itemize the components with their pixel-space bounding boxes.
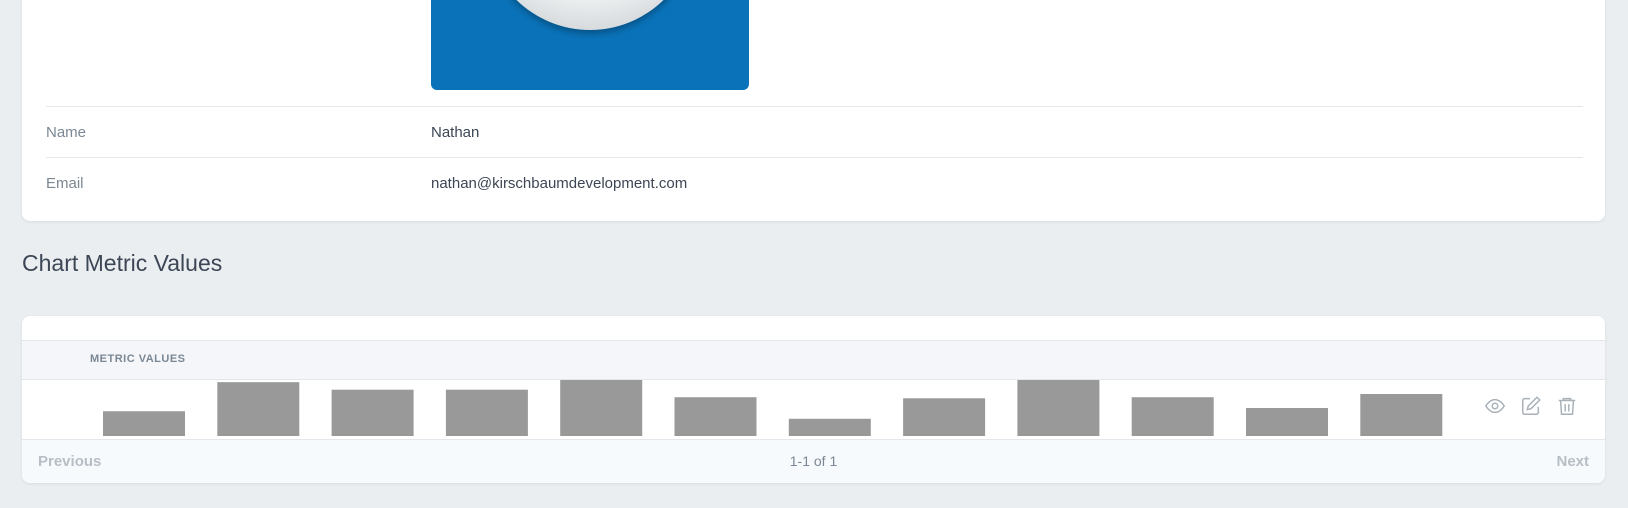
field-row-email: Email nathan@kirschbaumdevelopment.com (46, 157, 1583, 208)
table-row (22, 379, 1605, 439)
chart-bar (1246, 408, 1328, 436)
chart-bar (903, 398, 986, 436)
trash-icon (1558, 397, 1576, 415)
chart-bar (560, 380, 643, 436)
sparkline-bar-chart (103, 380, 1443, 436)
delete-button[interactable] (1556, 395, 1578, 417)
chart-bar (788, 418, 871, 436)
next-page-link[interactable]: Next (1556, 453, 1589, 470)
table-header: METRIC VALUES (22, 340, 1605, 380)
metric-values-table: METRIC VALUES Previous 1-1 of 1 Next (22, 316, 1605, 483)
edit-icon (1522, 396, 1541, 415)
field-label: Email (46, 174, 84, 192)
row-actions (1484, 395, 1578, 417)
edit-button[interactable] (1520, 395, 1542, 417)
eye-icon (1484, 398, 1506, 414)
pagination: Previous 1-1 of 1 Next (22, 439, 1605, 483)
chart-bar (1360, 394, 1443, 436)
chart-bar (331, 389, 414, 436)
field-value: nathan@kirschbaumdevelopment.com (431, 174, 688, 192)
chart-bar (445, 389, 528, 436)
resource-detail-card: Name Nathan Email nathan@kirschbaumdevel… (22, 0, 1605, 221)
chart-bar (103, 411, 185, 436)
chart-bar (1131, 397, 1214, 436)
avatar-disc (485, 0, 695, 30)
avatar-image (431, 0, 749, 90)
column-header-metric-values: METRIC VALUES (90, 353, 186, 365)
chart-bar (674, 397, 757, 436)
section-title: Chart Metric Values (22, 250, 223, 276)
field-label: Name (46, 123, 87, 141)
view-button[interactable] (1484, 395, 1506, 417)
field-value: Nathan (431, 123, 480, 141)
pagination-status: 1-1 of 1 (789, 453, 838, 469)
chart-bar (1017, 380, 1100, 436)
chart-bar (217, 382, 300, 436)
field-row-name: Name Nathan (46, 106, 1583, 157)
